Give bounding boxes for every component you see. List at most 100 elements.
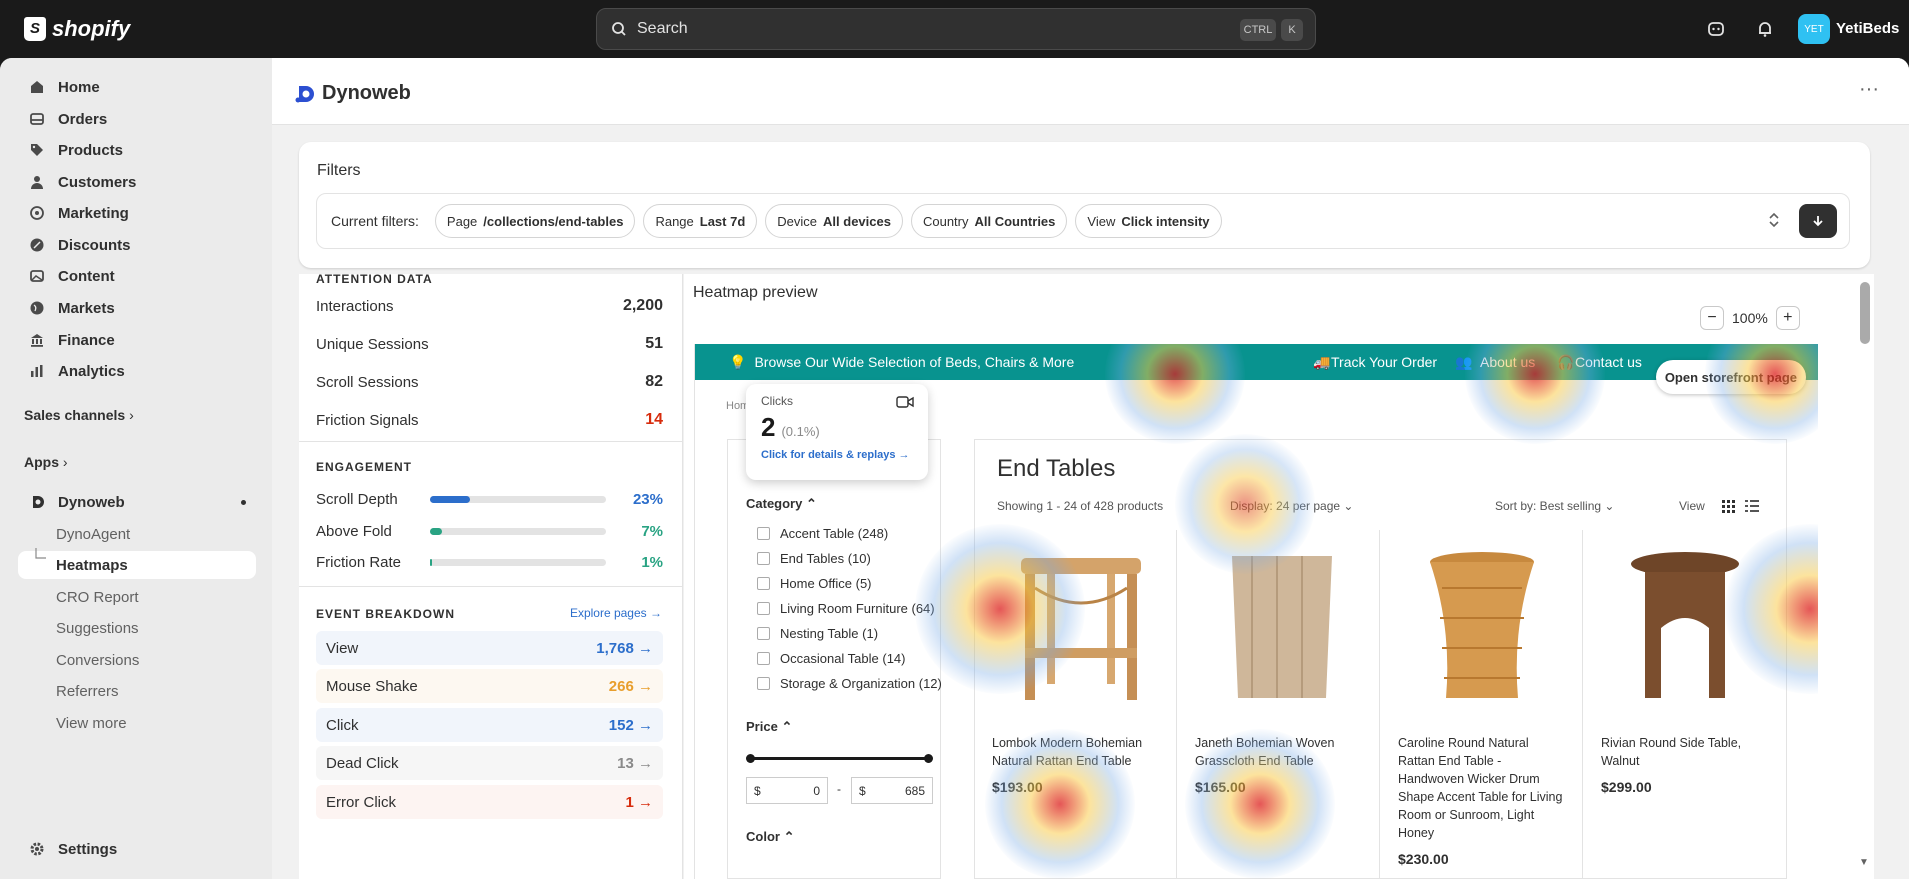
product-card-caroline[interactable]: Caroline Round Natural Rattan End Table …	[1398, 734, 1568, 868]
product-card-lombok[interactable]: Lombok Modern Bohemian Natural Rattan En…	[992, 734, 1152, 796]
checkbox[interactable]	[757, 527, 770, 540]
heatmap-preview[interactable]: 💡 Browse Our Wide Selection of Beds, Cha…	[694, 344, 1818, 879]
checkbox[interactable]	[757, 577, 770, 590]
category-checkbox[interactable]: Living Room Furniture (64)	[757, 601, 935, 616]
product-image-walnut-table[interactable]	[1625, 548, 1745, 706]
color-heading[interactable]: Color ⌃	[746, 829, 794, 845]
track-order-link[interactable]: Track Your Order	[1331, 354, 1437, 370]
zoom-out-button[interactable]: −	[1700, 306, 1724, 330]
filter-chip-range[interactable]: Range Last 7d	[643, 204, 758, 238]
sidebar-item-customers[interactable]: Customers	[18, 168, 256, 196]
sidebar-sub-heatmaps[interactable]: Heatmaps	[18, 551, 256, 579]
heatmap-scrollbar[interactable]: ▼	[1856, 276, 1874, 876]
search-bar[interactable]: Search CTRL K	[596, 8, 1316, 50]
page-title: Dynoweb	[294, 82, 411, 105]
checkbox[interactable]	[757, 602, 770, 615]
more-actions-icon[interactable]: ···	[1859, 78, 1879, 101]
filter-chip-view[interactable]: View Click intensity	[1075, 204, 1222, 238]
sidebar-item-finance[interactable]: Finance	[18, 326, 256, 354]
tooltip-pct: (0.1%)	[781, 424, 820, 439]
zoom-in-button[interactable]: +	[1775, 306, 1800, 330]
event-row-click[interactable]: Click 152 →	[316, 708, 663, 742]
category-checkbox[interactable]: Nesting Table (1)	[757, 626, 878, 641]
event-row-mouse-shake[interactable]: Mouse Shake 266 →	[316, 669, 663, 703]
grid-view-icon[interactable]	[1722, 500, 1735, 513]
sidebar-item-analytics[interactable]: Analytics	[18, 357, 256, 385]
scroll-down-icon[interactable]: ▼	[1859, 857, 1869, 868]
sidebar-sub-view-more[interactable]: View more	[56, 709, 127, 737]
stat-label: Unique Sessions	[316, 335, 429, 353]
sidebar-sub-suggestions[interactable]: Suggestions	[56, 614, 139, 642]
sidebar-sub-referrers[interactable]: Referrers	[56, 677, 119, 705]
product-image-rattan-table[interactable]	[1007, 548, 1155, 706]
explore-pages-link[interactable]: Explore pages →	[570, 606, 662, 620]
category-checkbox[interactable]: Storage & Organization (12)	[757, 676, 942, 691]
sidekick-icon[interactable]	[1704, 17, 1728, 41]
expand-collapse-icon[interactable]	[1767, 210, 1781, 233]
sidebar-sub-dynoagent[interactable]: DynoAgent	[56, 520, 130, 548]
sidebar-item-products[interactable]: Products	[18, 136, 256, 164]
filter-chip-page[interactable]: Page/collections/end-tables	[434, 204, 636, 238]
download-button[interactable]	[1799, 204, 1837, 238]
event-row-error-click[interactable]: Error Click 1 →	[316, 785, 663, 819]
price-heading[interactable]: Price ⌃	[746, 719, 792, 735]
price-slider-track[interactable]	[750, 757, 929, 760]
category-checkbox[interactable]: End Tables (10)	[757, 551, 871, 566]
scrollbar-thumb[interactable]	[1860, 282, 1870, 344]
product-card-rivian[interactable]: Rivian Round Side Table, Walnut $299.00	[1601, 734, 1781, 796]
list-view-icon[interactable]	[1745, 500, 1759, 513]
bell-icon[interactable]	[1753, 17, 1777, 41]
shopify-logo[interactable]: shopify	[24, 14, 130, 44]
sidebar-sub-cro-report[interactable]: CRO Report	[56, 583, 139, 611]
sidebar-item-orders[interactable]: Orders	[18, 105, 256, 133]
sidebar-item-dynoweb[interactable]: Dynoweb	[18, 488, 256, 516]
bank-icon	[28, 331, 46, 349]
display-per-page-select[interactable]: Display: 24 per page ⌄	[1230, 499, 1353, 513]
price-title: Price	[746, 719, 778, 734]
sidebar-item-markets[interactable]: Markets	[18, 294, 256, 322]
chip-value: /collections/end-tables	[483, 213, 624, 229]
sales-channels-link[interactable]: Sales channels ›	[24, 407, 134, 423]
apps-link[interactable]: Apps ›	[24, 454, 68, 470]
chip-key: Country	[922, 213, 969, 229]
category-heading[interactable]: Category ⌃	[746, 496, 817, 512]
progress-track	[430, 495, 606, 503]
sidebar-item-settings[interactable]: Settings	[18, 835, 256, 863]
sort-select[interactable]: Sort by: Best selling ⌄	[1495, 499, 1614, 513]
category-title: Category	[746, 496, 803, 511]
price-slider-max-handle[interactable]	[924, 754, 933, 763]
product-image-grasscloth-table[interactable]	[1222, 548, 1342, 706]
category-checkbox[interactable]: Accent Table (248)	[757, 526, 888, 541]
price-slider-min-handle[interactable]	[746, 754, 755, 763]
checkbox[interactable]	[757, 627, 770, 640]
sidebar-item-home[interactable]: Home	[18, 73, 256, 101]
sidebar-item-discounts[interactable]: Discounts	[18, 231, 256, 259]
video-camera-icon[interactable]	[896, 396, 914, 408]
stat-scroll-sessions: Scroll Sessions 82	[316, 370, 663, 394]
filter-chip-device[interactable]: Device All devices	[765, 204, 903, 238]
price-max-input[interactable]: $685	[851, 777, 933, 804]
avatar[interactable]: YET	[1798, 14, 1830, 44]
store-name[interactable]: YetiBeds	[1836, 20, 1899, 37]
event-row-view[interactable]: View 1,768 →	[316, 631, 663, 665]
sidebar-item-label: Home	[58, 78, 100, 96]
filter-chip-country[interactable]: Country All Countries	[910, 204, 1068, 238]
checkbox[interactable]	[757, 652, 770, 665]
sidebar-item-marketing[interactable]: Marketing	[18, 199, 256, 227]
product-image-drum-table[interactable]	[1422, 548, 1542, 706]
sidebar-sub-conversions[interactable]: Conversions	[56, 646, 139, 674]
product-card-janeth[interactable]: Janeth Bohemian Woven Grasscloth End Tab…	[1195, 734, 1355, 796]
price-min-input[interactable]: $0	[746, 777, 828, 804]
open-storefront-button[interactable]: Open storefront page	[1655, 360, 1806, 394]
contact-us-link[interactable]: Contact us	[1575, 354, 1642, 370]
divider	[299, 586, 682, 587]
checkbox[interactable]	[757, 552, 770, 565]
category-checkbox[interactable]: Home Office (5)	[757, 576, 872, 591]
category-checkbox[interactable]: Occasional Table (14)	[757, 651, 906, 666]
event-row-dead-click[interactable]: Dead Click 13 →	[316, 746, 663, 780]
checkbox[interactable]	[757, 677, 770, 690]
about-us-link[interactable]: About us	[1480, 354, 1535, 370]
tooltip-details-link[interactable]: Click for details & replays →	[761, 449, 913, 461]
stat-value: 82	[645, 373, 663, 390]
sidebar-item-content[interactable]: Content	[18, 262, 256, 290]
